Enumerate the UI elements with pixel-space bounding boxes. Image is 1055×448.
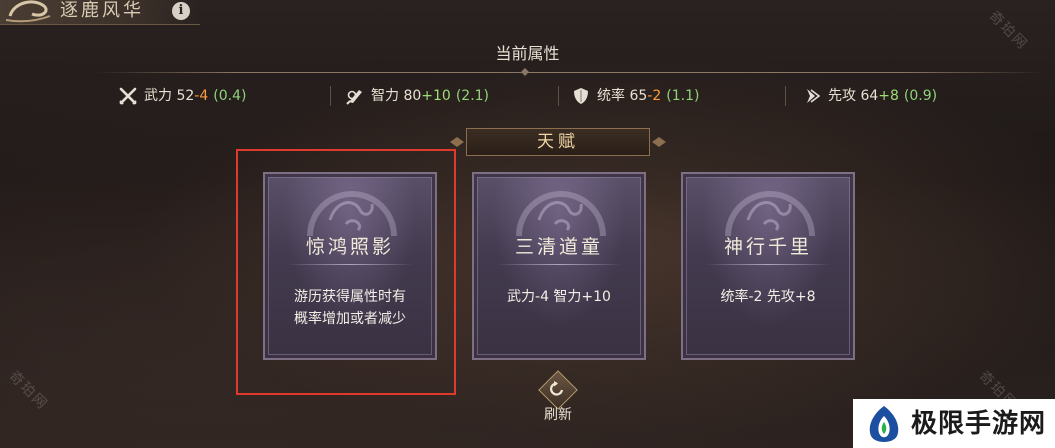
crossed-swords-icon — [119, 87, 137, 105]
swirl-ornament-icon — [5, 0, 51, 23]
stat-growth: (1.1) — [666, 88, 700, 104]
watermark: 奇珀网 — [5, 368, 51, 414]
tab-talent-label: 天赋 — [537, 132, 579, 152]
tab-talent[interactable]: 天赋 — [450, 128, 666, 156]
stat-growth: (0.4) — [213, 88, 247, 104]
shield-icon — [574, 88, 588, 104]
stat-delta: +8 — [878, 88, 899, 104]
stat-initiative: 先攻 64+8 (0.9) — [802, 84, 937, 108]
brain-quill-icon — [346, 90, 362, 105]
divider — [496, 264, 622, 265]
attribute-row: 武力 52-4 (0.4) 智力 80+10 (2.1) 统率 65-2 (1.1) … — [0, 84, 1055, 108]
boot-arrow-icon — [807, 89, 821, 103]
stat-base: 80 — [403, 88, 422, 104]
refresh-label: 刷新 — [544, 407, 572, 423]
refresh-button[interactable]: 刷新 — [528, 370, 588, 430]
stat-label: 先攻 — [828, 88, 856, 104]
stat-label: 武力 — [144, 88, 172, 104]
page-title: 逐鹿风华 — [60, 0, 144, 21]
stat-label: 统率 — [597, 88, 625, 104]
info-button[interactable]: i — [172, 2, 190, 20]
stat-growth: (2.1) — [455, 88, 490, 104]
dragon-emblem-icon — [725, 191, 815, 236]
stat-delta: +10 — [421, 88, 451, 104]
refresh-icon — [550, 381, 564, 396]
talent-name: 三清道童 — [514, 236, 603, 258]
talent-desc-line: 统率-2 先攻+8 — [720, 289, 816, 305]
header-banner: 逐鹿风华 i — [0, 0, 200, 25]
talent-desc-line: 武力-4 智力+10 — [507, 289, 611, 305]
stat-base: 64 — [860, 88, 879, 104]
talent-card[interactable]: 神行千里 统率-2 先攻+8 — [681, 172, 855, 360]
site-logo: 极限手游网 — [853, 399, 1055, 448]
talent-card[interactable]: 三清道童 武力-4 智力+10 — [472, 172, 646, 360]
talent-description: 武力-4 智力+10 — [482, 286, 636, 308]
stat-delta: -4 — [194, 88, 209, 104]
talent-name: 神行千里 — [723, 236, 812, 258]
stat-label: 智力 — [371, 88, 399, 104]
stat-growth: (0.9) — [903, 88, 938, 104]
divider — [705, 264, 831, 265]
stat-separator — [558, 86, 559, 106]
divider-ornament-icon — [505, 68, 545, 76]
stat-force: 武力 52-4 (0.4) — [118, 84, 246, 108]
logo-text: 极限手游网 — [911, 409, 1047, 439]
dragon-emblem-icon — [516, 191, 606, 236]
stat-separator — [330, 86, 331, 106]
stat-intelligence: 智力 80+10 (2.1) — [345, 84, 489, 108]
selection-highlight — [236, 149, 456, 395]
stat-command: 统率 65-2 (1.1) — [571, 84, 699, 108]
stat-base: 65 — [629, 88, 648, 104]
stat-base: 52 — [176, 88, 195, 104]
section-title: 当前属性 — [495, 44, 560, 63]
flame-logo-icon — [869, 406, 899, 442]
stat-delta: -2 — [647, 88, 662, 104]
stat-separator — [785, 86, 786, 106]
talent-description: 统率-2 先攻+8 — [691, 286, 845, 308]
divider — [95, 72, 1045, 73]
